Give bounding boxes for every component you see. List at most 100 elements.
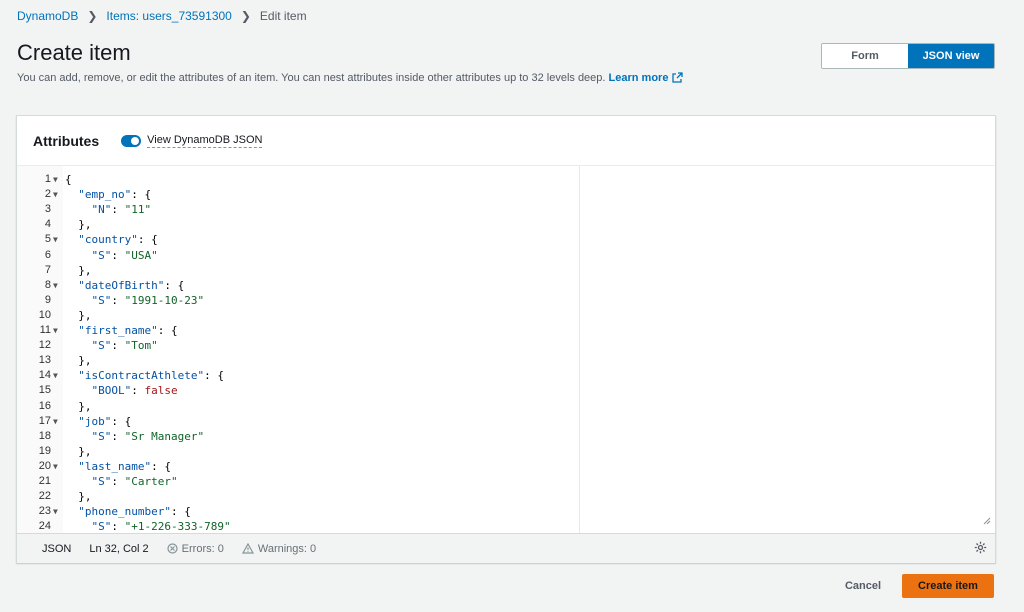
breadcrumb-dynamodb[interactable]: DynamoDB — [17, 9, 78, 23]
code-token: "Tom" — [124, 339, 158, 353]
code-token: "+1-226-333-789" — [124, 520, 231, 534]
code-line[interactable]: 6 "S": "USA" — [17, 248, 577, 263]
line-number: 16 — [38, 399, 51, 412]
code-line[interactable]: 21 "S": "Carter" — [17, 474, 577, 489]
line-number: 20 — [38, 459, 51, 472]
code-token: : { — [111, 414, 132, 428]
code-text: "phone_number": { — [65, 504, 191, 519]
code-text: "S": "+1-226-333-789" — [65, 519, 231, 534]
line-number: 19 — [38, 444, 51, 457]
fold-arrow-icon[interactable]: ▼ — [53, 278, 58, 293]
line-number: 17 — [38, 414, 51, 427]
code-text: "country": { — [65, 232, 157, 247]
fold-arrow-icon[interactable]: ▼ — [53, 187, 58, 202]
code-text: "S": "USA" — [65, 248, 158, 263]
code-line[interactable]: 15 "BOOL": false — [17, 383, 577, 398]
code-token: "S" — [91, 429, 112, 443]
code-line[interactable]: 3 "N": "11" — [17, 202, 577, 217]
gear-icon[interactable] — [974, 541, 987, 557]
cursor-position: Ln 32, Col 2 — [89, 542, 149, 555]
json-editor[interactable]: 1 ▼{2 ▼ "emp_no": {3 "N": "11" 4 }, 5 ▼ "coun… — [17, 165, 995, 534]
resize-handle-icon[interactable] — [982, 512, 991, 530]
code-area[interactable]: 1 ▼{2 ▼ "emp_no": {3 "N": "11" 4 }, 5 ▼ "coun… — [17, 166, 579, 534]
code-line[interactable]: 9 "S": "1991-10-23" — [17, 293, 577, 308]
code-line[interactable]: 1 ▼ { — [17, 172, 577, 187]
fold-arrow-icon[interactable]: ▼ — [53, 459, 58, 474]
code-token: }, — [65, 399, 92, 413]
code-line[interactable]: 12 "S": "Tom" — [17, 338, 577, 353]
breadcrumb-current: Edit item — [259, 9, 307, 23]
errors-status[interactable]: Errors: 0 — [167, 543, 224, 555]
code-line[interactable]: 19 }, — [17, 444, 577, 459]
line-number: 13 — [38, 354, 51, 367]
code-line[interactable]: 5 ▼ "country": { — [17, 232, 577, 247]
code-line[interactable]: 17 ▼ "job": { — [17, 414, 577, 429]
code-token: "isContractAthlete" — [78, 369, 205, 383]
language-mode: JSON — [42, 542, 72, 555]
code-line[interactable]: 4 }, — [17, 217, 577, 232]
code-text: }, — [65, 217, 91, 232]
code-token: : { — [151, 459, 171, 473]
line-number: 24 — [38, 520, 51, 533]
line-number: 9 — [44, 293, 51, 306]
fold-arrow-icon[interactable]: ▼ — [53, 232, 58, 247]
code-line[interactable]: 7 }, — [17, 263, 577, 278]
code-line[interactable]: 8 ▼ "dateOfBirth": { — [17, 278, 577, 293]
code-line[interactable]: 2 ▼ "emp_no": { — [17, 187, 577, 202]
json-view-button[interactable]: JSON view — [908, 44, 994, 68]
code-text: }, — [65, 308, 91, 323]
chevron-right-icon: ❯ — [87, 9, 98, 23]
form-view-button[interactable]: Form — [822, 44, 908, 68]
warnings-status[interactable]: Warnings: 0 — [241, 543, 316, 555]
line-number: 11 — [39, 324, 51, 336]
line-number: 5 — [44, 233, 51, 246]
code-token: "emp_no" — [78, 188, 132, 202]
code-line[interactable]: 23 ▼ "phone_number": { — [17, 504, 577, 519]
breadcrumb: DynamoDB ❯ Items: users_73591300 ❯ Edit … — [17, 9, 307, 23]
code-token: "BOOL" — [91, 384, 132, 398]
external-link-icon — [672, 72, 684, 86]
cancel-button[interactable]: Cancel — [832, 574, 894, 598]
code-line[interactable]: 11 ▼ "first_name": { — [17, 323, 577, 338]
fold-arrow-icon[interactable]: ▼ — [53, 368, 58, 383]
line-number: 15 — [38, 384, 51, 397]
code-line[interactable]: 20 ▼ "last_name": { — [17, 459, 577, 474]
code-text: { — [65, 172, 72, 187]
code-token: "S" — [91, 293, 112, 307]
code-token: "N" — [91, 203, 112, 217]
dynamodb-json-toggle[interactable] — [121, 134, 142, 147]
dynamodb-json-toggle-label: View DynamoDB JSON — [147, 133, 263, 148]
code-text: "S": "Tom" — [65, 338, 158, 353]
create-item-button[interactable]: Create item — [902, 574, 994, 598]
code-line[interactable]: 13 }, — [17, 353, 577, 368]
code-text: "dateOfBirth": { — [65, 278, 184, 293]
code-line[interactable]: 24 "S": "+1-226-333-789" — [17, 519, 577, 534]
page-description: You can add, remove, or edit the attribu… — [17, 72, 684, 86]
error-icon — [167, 543, 178, 554]
breadcrumb-items-table[interactable]: Items: users_73591300 — [106, 9, 231, 23]
code-line[interactable]: 16 }, — [17, 399, 577, 414]
code-line[interactable]: 22 }, — [17, 489, 577, 504]
page-title: Create item — [17, 40, 131, 65]
code-line[interactable]: 14 ▼ "isContractAthlete": { — [17, 368, 577, 383]
code-line[interactable]: 18 "S": "Sr Manager" — [17, 429, 577, 444]
code-line[interactable]: 10 }, — [17, 308, 577, 323]
fold-arrow-icon[interactable]: ▼ — [53, 414, 58, 429]
code-token: "Carter" — [124, 475, 178, 488]
fold-arrow-icon[interactable]: ▼ — [53, 504, 58, 519]
code-token: "USA" — [124, 248, 158, 262]
learn-more-link[interactable]: Learn more — [609, 72, 684, 84]
code-token: : — [111, 475, 125, 488]
line-number: 1 — [44, 173, 51, 185]
fold-arrow-icon[interactable]: ▼ — [53, 172, 58, 187]
code-token: : — [111, 248, 125, 262]
fold-arrow-icon[interactable]: ▼ — [53, 323, 58, 338]
